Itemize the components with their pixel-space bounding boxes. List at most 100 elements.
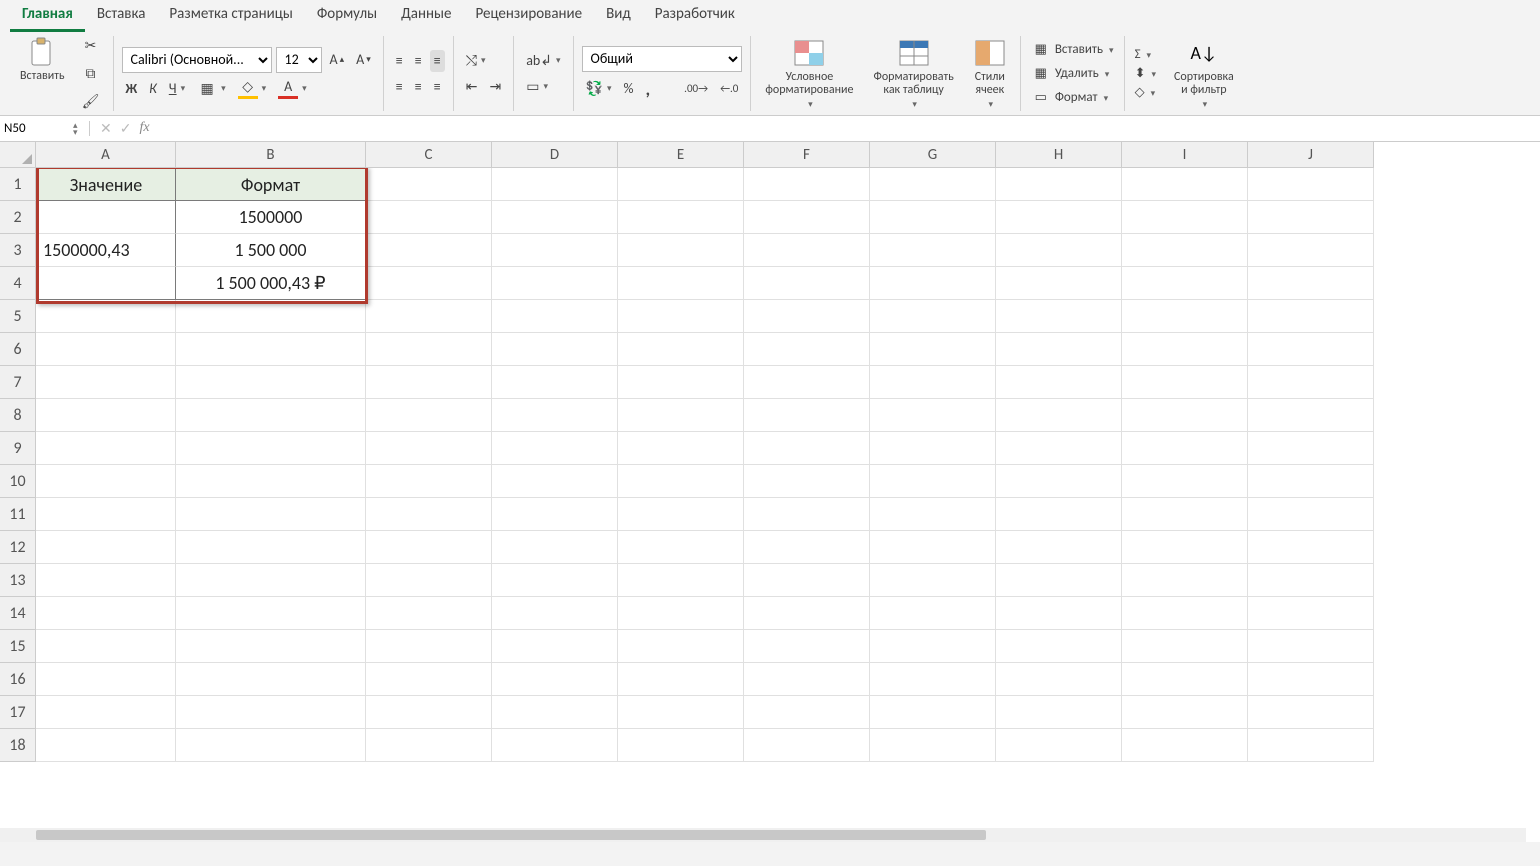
tab-page-layout[interactable]: Разметка страницы xyxy=(157,0,304,32)
align-bottom-button[interactable]: ≡ xyxy=(430,50,445,72)
cell-A16[interactable] xyxy=(36,663,176,696)
cell-A8[interactable] xyxy=(36,399,176,432)
cell-C10[interactable] xyxy=(366,465,492,498)
percent-button[interactable]: % xyxy=(620,78,638,100)
cell-E17[interactable] xyxy=(618,696,744,729)
row-header-6[interactable]: 6 xyxy=(0,333,36,366)
decrease-decimal-button[interactable]: ←.0 xyxy=(716,78,742,100)
cell-I7[interactable] xyxy=(1122,366,1248,399)
cell-A14[interactable] xyxy=(36,597,176,630)
cell-J12[interactable] xyxy=(1248,531,1374,564)
row-header-13[interactable]: 13 xyxy=(0,564,36,597)
conditional-formatting-button[interactable]: Условное форматирование xyxy=(759,35,859,112)
cell-I12[interactable] xyxy=(1122,531,1248,564)
cell-H9[interactable] xyxy=(996,432,1122,465)
cell-C9[interactable] xyxy=(366,432,492,465)
cell-C18[interactable] xyxy=(366,729,492,762)
cell-C3[interactable] xyxy=(366,234,492,267)
cell-D8[interactable] xyxy=(492,399,618,432)
delete-cells-button[interactable]: ▦Удалить xyxy=(1029,63,1116,85)
cell-B3[interactable]: 1 500 000 xyxy=(176,234,366,267)
cell-J11[interactable] xyxy=(1248,498,1374,531)
cell-F16[interactable] xyxy=(744,663,870,696)
cell-I16[interactable] xyxy=(1122,663,1248,696)
row-header-4[interactable]: 4 xyxy=(0,267,36,300)
cell-H18[interactable] xyxy=(996,729,1122,762)
formula-input[interactable] xyxy=(160,116,1540,141)
comma-button[interactable]: , xyxy=(642,76,655,102)
cell-F15[interactable] xyxy=(744,630,870,663)
row-header-9[interactable]: 9 xyxy=(0,432,36,465)
cell-J16[interactable] xyxy=(1248,663,1374,696)
row-header-10[interactable]: 10 xyxy=(0,465,36,498)
cell-J9[interactable] xyxy=(1248,432,1374,465)
cell-F14[interactable] xyxy=(744,597,870,630)
cell-B14[interactable] xyxy=(176,597,366,630)
cell-D1[interactable] xyxy=(492,168,618,201)
cell-F5[interactable] xyxy=(744,300,870,333)
merge-button[interactable]: ▭ xyxy=(522,76,552,98)
col-header-F[interactable]: F xyxy=(744,142,870,168)
cell-B10[interactable] xyxy=(176,465,366,498)
col-header-G[interactable]: G xyxy=(870,142,996,168)
cell-C6[interactable] xyxy=(366,333,492,366)
row-header-5[interactable]: 5 xyxy=(0,300,36,333)
cell-A12[interactable] xyxy=(36,531,176,564)
cell-A4[interactable] xyxy=(36,267,176,300)
cell-B2[interactable]: 1500000 xyxy=(176,201,366,234)
cell-I13[interactable] xyxy=(1122,564,1248,597)
col-header-J[interactable]: J xyxy=(1248,142,1374,168)
name-box-spinner[interactable]: ▴▾ xyxy=(73,122,85,136)
cell-G1[interactable] xyxy=(870,168,996,201)
font-name-select[interactable]: Calibri (Основной... xyxy=(122,47,272,73)
cell-A15[interactable] xyxy=(36,630,176,663)
cell-B17[interactable] xyxy=(176,696,366,729)
format-cells-button[interactable]: ▭Формат xyxy=(1029,87,1116,109)
cell-A1[interactable]: Значение xyxy=(36,168,176,201)
row-header-2[interactable]: 2 xyxy=(0,201,36,234)
cell-D14[interactable] xyxy=(492,597,618,630)
cell-G9[interactable] xyxy=(870,432,996,465)
cell-G3[interactable] xyxy=(870,234,996,267)
cell-E18[interactable] xyxy=(618,729,744,762)
cell-J6[interactable] xyxy=(1248,333,1374,366)
tab-formulas[interactable]: Формулы xyxy=(305,0,389,32)
cell-J4[interactable] xyxy=(1248,267,1374,300)
cell-I2[interactable] xyxy=(1122,201,1248,234)
cell-G14[interactable] xyxy=(870,597,996,630)
cell-B7[interactable] xyxy=(176,366,366,399)
cell-E4[interactable] xyxy=(618,267,744,300)
cell-A9[interactable] xyxy=(36,432,176,465)
font-color-button[interactable]: A xyxy=(274,77,311,101)
cell-J17[interactable] xyxy=(1248,696,1374,729)
row-header-11[interactable]: 11 xyxy=(0,498,36,531)
accounting-button[interactable]: 💱 xyxy=(582,78,616,100)
cell-I15[interactable] xyxy=(1122,630,1248,663)
wrap-text-button[interactable]: ab↲ xyxy=(522,50,564,72)
cell-I18[interactable] xyxy=(1122,729,1248,762)
insert-cells-button[interactable]: ▦Вставить xyxy=(1029,39,1116,61)
cell-B5[interactable] xyxy=(176,300,366,333)
cell-H10[interactable] xyxy=(996,465,1122,498)
tab-home[interactable]: Главная xyxy=(10,0,85,32)
cell-A10[interactable] xyxy=(36,465,176,498)
row-header-18[interactable]: 18 xyxy=(0,729,36,762)
copy-button[interactable]: ⧉ xyxy=(77,62,105,86)
tab-review[interactable]: Рецензирование xyxy=(463,0,594,32)
cell-G18[interactable] xyxy=(870,729,996,762)
row-header-3[interactable]: 3 xyxy=(0,234,36,267)
fill-button[interactable]: ⬍ xyxy=(1133,65,1158,82)
cell-F18[interactable] xyxy=(744,729,870,762)
bold-button[interactable]: Ж xyxy=(122,78,142,100)
paste-button[interactable]: Вставить xyxy=(14,34,71,85)
cell-G7[interactable] xyxy=(870,366,996,399)
cell-E6[interactable] xyxy=(618,333,744,366)
cell-F11[interactable] xyxy=(744,498,870,531)
cell-F3[interactable] xyxy=(744,234,870,267)
cell-I9[interactable] xyxy=(1122,432,1248,465)
cells-area[interactable]: ЗначениеФормат15000001500000,431 500 000… xyxy=(36,168,1540,842)
cell-F7[interactable] xyxy=(744,366,870,399)
cell-B12[interactable] xyxy=(176,531,366,564)
cell-F9[interactable] xyxy=(744,432,870,465)
tab-view[interactable]: Вид xyxy=(594,0,643,32)
